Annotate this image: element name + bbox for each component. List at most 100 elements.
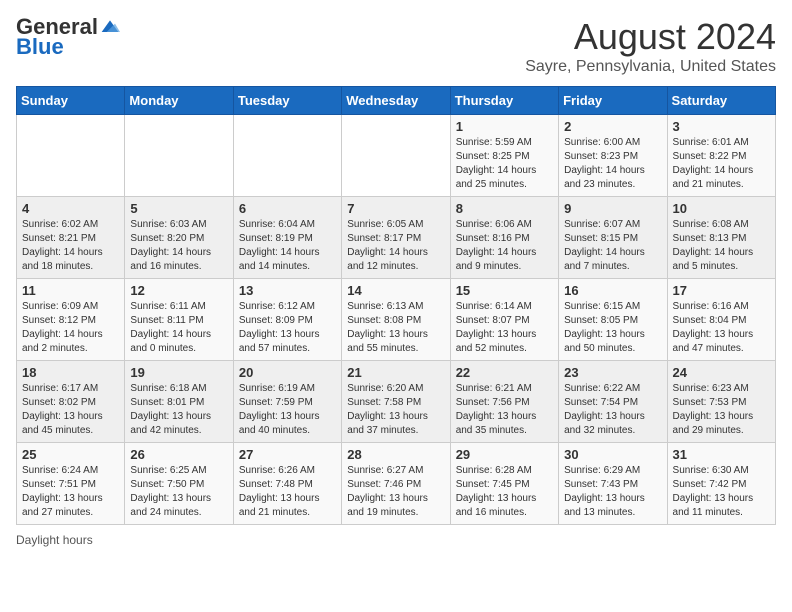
day-number: 17 xyxy=(673,283,770,298)
header-cell-wednesday: Wednesday xyxy=(342,87,450,115)
day-info: Sunrise: 6:19 AMSunset: 7:59 PMDaylight:… xyxy=(239,382,336,438)
day-info: Sunrise: 6:05 AMSunset: 8:17 PMDaylight:… xyxy=(347,218,444,274)
day-number: 8 xyxy=(456,201,553,216)
day-info: Sunrise: 6:18 AMSunset: 8:01 PMDaylight:… xyxy=(130,382,227,438)
legend: Daylight hours xyxy=(16,533,776,547)
calendar-cell: 22 Sunrise: 6:21 AMSunset: 7:56 PMDayligh… xyxy=(450,361,558,443)
calendar-cell: 16 Sunrise: 6:15 AMSunset: 8:05 PMDayligh… xyxy=(559,279,667,361)
day-info: Sunrise: 6:16 AMSunset: 8:04 PMDaylight:… xyxy=(673,300,770,356)
calendar-cell: 18Sunrise: 6:17 AMSunset: 8:02 PMDayligh… xyxy=(17,361,125,443)
day-number: 20 xyxy=(239,365,336,380)
day-info: Sunrise: 5:59 AMSunset: 8:25 PMDaylight:… xyxy=(456,136,553,192)
day-number: 16 xyxy=(564,283,661,298)
calendar-cell: 25 Sunrise: 6:24 AMSunset: 7:51 PMDayligh… xyxy=(17,443,125,525)
day-number: 19 xyxy=(130,365,227,380)
day-info: Sunrise: 6:28 AMSunset: 7:45 PMDaylight:… xyxy=(456,464,553,520)
calendar-cell: 14 Sunrise: 6:13 AMSunset: 8:08 PMDayligh… xyxy=(342,279,450,361)
day-number: 11 xyxy=(22,283,119,298)
day-info: Sunrise: 6:06 AMSunset: 8:16 PMDaylight:… xyxy=(456,218,553,274)
day-number: 5 xyxy=(130,201,227,216)
day-info: Sunrise: 6:25 AMSunset: 7:50 PMDaylight:… xyxy=(130,464,227,520)
day-info: Sunrise: 6:04 AMSunset: 8:19 PMDaylight:… xyxy=(239,218,336,274)
calendar-cell: 9Sunrise: 6:07 AMSunset: 8:15 PMDaylight… xyxy=(559,197,667,279)
day-number: 4 xyxy=(22,201,119,216)
logo-icon xyxy=(100,17,120,37)
day-number: 23 xyxy=(564,365,661,380)
calendar-week-row: 11 Sunrise: 6:09 AMSunset: 8:12 PMDayligh… xyxy=(17,279,776,361)
calendar-cell: 20 Sunrise: 6:19 AMSunset: 7:59 PMDayligh… xyxy=(233,361,341,443)
day-info: Sunrise: 6:13 AMSunset: 8:08 PMDaylight:… xyxy=(347,300,444,356)
day-info: Sunrise: 6:09 AMSunset: 8:12 PMDaylight:… xyxy=(22,300,119,356)
calendar-cell: 11 Sunrise: 6:09 AMSunset: 8:12 PMDayligh… xyxy=(17,279,125,361)
day-number: 10 xyxy=(673,201,770,216)
calendar-cell xyxy=(342,115,450,197)
day-number: 22 xyxy=(456,365,553,380)
calendar-cell: 3 Sunrise: 6:01 AMSunset: 8:22 PMDaylight… xyxy=(667,115,775,197)
day-info: Sunrise: 6:27 AMSunset: 7:46 PMDaylight:… xyxy=(347,464,444,520)
header-cell-thursday: Thursday xyxy=(450,87,558,115)
day-number: 18 xyxy=(22,365,119,380)
day-info: Sunrise: 6:21 AMSunset: 7:56 PMDaylight:… xyxy=(456,382,553,438)
calendar-cell: 12Sunrise: 6:11 AMSunset: 8:11 PMDayligh… xyxy=(125,279,233,361)
day-info: Sunrise: 6:03 AMSunset: 8:20 PMDaylight:… xyxy=(130,218,227,274)
calendar-cell: 7 Sunrise: 6:05 AMSunset: 8:17 PMDaylight… xyxy=(342,197,450,279)
header: General Blue August 2024 Sayre, Pennsylv… xyxy=(16,16,776,76)
day-number: 21 xyxy=(347,365,444,380)
day-info: Sunrise: 6:15 AMSunset: 8:05 PMDaylight:… xyxy=(564,300,661,356)
day-info: Sunrise: 6:30 AMSunset: 7:42 PMDaylight:… xyxy=(673,464,770,520)
calendar-cell: 10 Sunrise: 6:08 AMSunset: 8:13 PMDayligh… xyxy=(667,197,775,279)
day-info: Sunrise: 6:23 AMSunset: 7:53 PMDaylight:… xyxy=(673,382,770,438)
day-number: 7 xyxy=(347,201,444,216)
calendar-header-row: SundayMondayTuesdayWednesdayThursdayFrid… xyxy=(17,87,776,115)
day-number: 3 xyxy=(673,119,770,134)
calendar-table: SundayMondayTuesdayWednesdayThursdayFrid… xyxy=(16,86,776,525)
day-number: 14 xyxy=(347,283,444,298)
day-info: Sunrise: 6:26 AMSunset: 7:48 PMDaylight:… xyxy=(239,464,336,520)
day-number: 31 xyxy=(673,447,770,462)
day-info: Sunrise: 6:12 AMSunset: 8:09 PMDaylight:… xyxy=(239,300,336,356)
legend-label: Daylight hours xyxy=(16,533,93,547)
calendar-cell xyxy=(233,115,341,197)
calendar-cell: 27Sunrise: 6:26 AMSunset: 7:48 PMDayligh… xyxy=(233,443,341,525)
calendar-week-row: 18Sunrise: 6:17 AMSunset: 8:02 PMDayligh… xyxy=(17,361,776,443)
calendar-cell: 4Sunrise: 6:02 AMSunset: 8:21 PMDaylight… xyxy=(17,197,125,279)
day-info: Sunrise: 6:08 AMSunset: 8:13 PMDaylight:… xyxy=(673,218,770,274)
day-info: Sunrise: 6:01 AMSunset: 8:22 PMDaylight:… xyxy=(673,136,770,192)
calendar-cell: 26 Sunrise: 6:25 AMSunset: 7:50 PMDayligh… xyxy=(125,443,233,525)
day-info: Sunrise: 6:20 AMSunset: 7:58 PMDaylight:… xyxy=(347,382,444,438)
header-cell-saturday: Saturday xyxy=(667,87,775,115)
day-number: 13 xyxy=(239,283,336,298)
day-info: Sunrise: 6:29 AMSunset: 7:43 PMDaylight:… xyxy=(564,464,661,520)
calendar-cell: 13 Sunrise: 6:12 AMSunset: 8:09 PMDayligh… xyxy=(233,279,341,361)
day-info: Sunrise: 6:24 AMSunset: 7:51 PMDaylight:… xyxy=(22,464,119,520)
calendar-week-row: 25 Sunrise: 6:24 AMSunset: 7:51 PMDayligh… xyxy=(17,443,776,525)
day-number: 29 xyxy=(456,447,553,462)
calendar-cell: 6 Sunrise: 6:04 AMSunset: 8:19 PMDaylight… xyxy=(233,197,341,279)
calendar-cell xyxy=(17,115,125,197)
logo-blue-text: Blue xyxy=(16,34,64,60)
day-number: 25 xyxy=(22,447,119,462)
day-number: 26 xyxy=(130,447,227,462)
title-area: August 2024 Sayre, Pennsylvania, United … xyxy=(525,16,776,76)
day-info: Sunrise: 6:22 AMSunset: 7:54 PMDaylight:… xyxy=(564,382,661,438)
calendar-cell: 19 Sunrise: 6:18 AMSunset: 8:01 PMDayligh… xyxy=(125,361,233,443)
logo: General Blue xyxy=(16,16,120,60)
calendar-cell: 21 Sunrise: 6:20 AMSunset: 7:58 PMDayligh… xyxy=(342,361,450,443)
header-cell-monday: Monday xyxy=(125,87,233,115)
calendar-cell xyxy=(125,115,233,197)
header-cell-sunday: Sunday xyxy=(17,87,125,115)
day-number: 6 xyxy=(239,201,336,216)
day-number: 30 xyxy=(564,447,661,462)
calendar-cell: 23 Sunrise: 6:22 AMSunset: 7:54 PMDayligh… xyxy=(559,361,667,443)
calendar-cell: 31 Sunrise: 6:30 AMSunset: 7:42 PMDayligh… xyxy=(667,443,775,525)
header-cell-tuesday: Tuesday xyxy=(233,87,341,115)
calendar-cell: 17 Sunrise: 6:16 AMSunset: 8:04 PMDayligh… xyxy=(667,279,775,361)
day-info: Sunrise: 6:14 AMSunset: 8:07 PMDaylight:… xyxy=(456,300,553,356)
location-subtitle: Sayre, Pennsylvania, United States xyxy=(525,58,776,76)
day-info: Sunrise: 6:00 AMSunset: 8:23 PMDaylight:… xyxy=(564,136,661,192)
calendar-cell: 5 Sunrise: 6:03 AMSunset: 8:20 PMDaylight… xyxy=(125,197,233,279)
header-cell-friday: Friday xyxy=(559,87,667,115)
day-number: 1 xyxy=(456,119,553,134)
day-number: 2 xyxy=(564,119,661,134)
day-info: Sunrise: 6:11 AMSunset: 8:11 PMDaylight:… xyxy=(130,300,227,356)
